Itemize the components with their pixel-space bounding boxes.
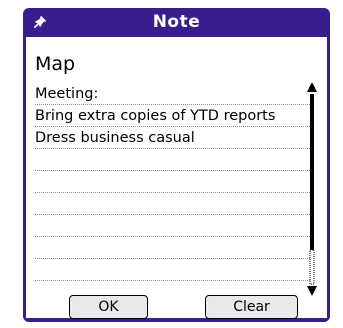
scroll-up-arrow-icon [307,82,317,92]
clear-button[interactable]: Clear [205,295,298,319]
dialog-title: Note [152,12,201,32]
title-bar: Note [23,8,330,37]
note-line[interactable] [35,171,314,193]
note-line-text: Meeting: [35,86,99,102]
scroll-thumb [310,94,314,250]
ok-button[interactable]: OK [69,295,148,319]
note-line-text: Dress business casual [35,130,195,146]
note-line[interactable] [35,259,314,281]
note-line[interactable] [35,215,314,237]
note-content: Map Meeting: Bring extra copies of YTD r… [26,37,327,319]
note-line[interactable]: Bring extra copies of YTD reports [35,105,314,127]
scroll-track [309,249,315,285]
note-lines[interactable]: Meeting: Bring extra copies of YTD repor… [35,83,314,281]
screen: Note Map Meeting: Bring extra copies of … [0,0,343,328]
note-line[interactable] [35,237,314,259]
note-line[interactable] [35,193,314,215]
note-line[interactable]: Dress business casual [35,127,314,149]
note-line-text: Bring extra copies of YTD reports [35,108,276,124]
note-line[interactable] [35,149,314,171]
note-dialog: Note Map Meeting: Bring extra copies of … [23,8,330,322]
note-heading[interactable]: Map [35,53,75,75]
scrollbar[interactable] [306,82,318,297]
scroll-down-arrow-icon [307,286,317,296]
note-line[interactable]: Meeting: [35,83,314,105]
